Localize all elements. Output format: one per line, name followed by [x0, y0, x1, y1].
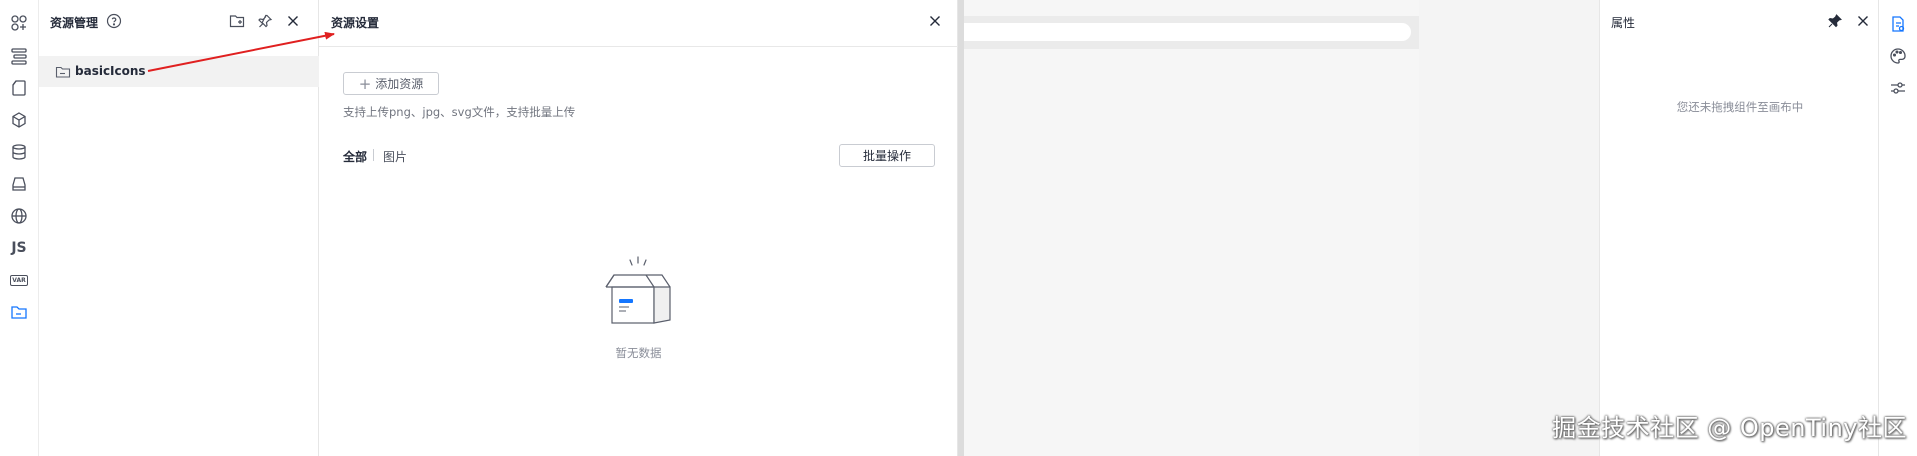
bridge-icon[interactable]	[6, 171, 32, 197]
add-folder-icon[interactable]	[228, 12, 246, 30]
close-icon[interactable]	[926, 12, 944, 30]
folder-item-basicicons[interactable]: basicIcons	[39, 56, 319, 87]
batch-operation-button[interactable]: 批量操作	[839, 144, 935, 167]
components-icon[interactable]	[6, 10, 32, 36]
header-divider	[319, 46, 958, 47]
advanced-icon[interactable]	[1885, 75, 1911, 101]
help-icon[interactable]	[105, 12, 123, 30]
upload-hint: 支持上传png、jpg、svg文件，支持批量上传	[343, 105, 576, 119]
canvas-toolbar	[964, 16, 1419, 49]
js-icon-label: JS	[11, 240, 27, 256]
datasource-icon[interactable]	[6, 139, 32, 165]
folder-icon	[55, 64, 71, 80]
properties-panel: 属性 您还未拖拽组件至画布中	[1599, 0, 1879, 456]
folder-label: basicIcons	[75, 64, 146, 78]
pin-icon[interactable]	[256, 12, 274, 30]
left-icon-rail: JS VAR	[0, 0, 39, 456]
resources-folder-icon[interactable]	[6, 299, 32, 325]
close-icon[interactable]	[1854, 12, 1872, 30]
page-icon[interactable]	[6, 75, 32, 101]
style-icon[interactable]	[1885, 43, 1911, 69]
empty-box-icon	[605, 256, 671, 324]
watermark-text: 掘金技术社区 @ OpenTiny社区	[1552, 414, 1907, 442]
var-icon-label: VAR	[10, 274, 28, 286]
canvas-url-bar[interactable]	[964, 23, 1411, 41]
tab-all[interactable]: 全部	[343, 148, 367, 165]
tab-separator	[373, 149, 374, 161]
block-icon[interactable]	[6, 107, 32, 133]
i18n-icon[interactable]	[6, 203, 32, 229]
right-icon-rail	[1879, 0, 1917, 456]
properties-panel-title: 属性	[1611, 16, 1636, 30]
var-icon[interactable]: VAR	[6, 267, 32, 293]
js-icon[interactable]: JS	[6, 235, 32, 261]
outline-icon[interactable]	[6, 43, 32, 69]
add-resource-button[interactable]: + 添加资源	[343, 72, 439, 95]
settings-panel-title: 资源设置	[331, 16, 380, 30]
resource-settings-panel: 资源设置 + 添加资源 支持上传png、jpg、svg文件，支持批量上传 全部 …	[319, 0, 958, 456]
close-icon[interactable]	[284, 12, 302, 30]
resource-panel-title: 资源管理	[50, 16, 99, 30]
pin-icon[interactable]	[1826, 12, 1844, 30]
add-resource-label: 添加资源	[375, 77, 424, 91]
tab-images[interactable]: 图片	[383, 148, 407, 165]
plus-icon: +	[358, 74, 372, 93]
design-canvas[interactable]	[964, 0, 1419, 456]
resource-management-panel: 资源管理 basicIcons	[39, 0, 319, 456]
props-icon[interactable]	[1885, 11, 1911, 37]
empty-state-text: 暂无数据	[615, 346, 662, 360]
properties-empty-text: 您还未拖拽组件至画布中	[1676, 100, 1804, 114]
